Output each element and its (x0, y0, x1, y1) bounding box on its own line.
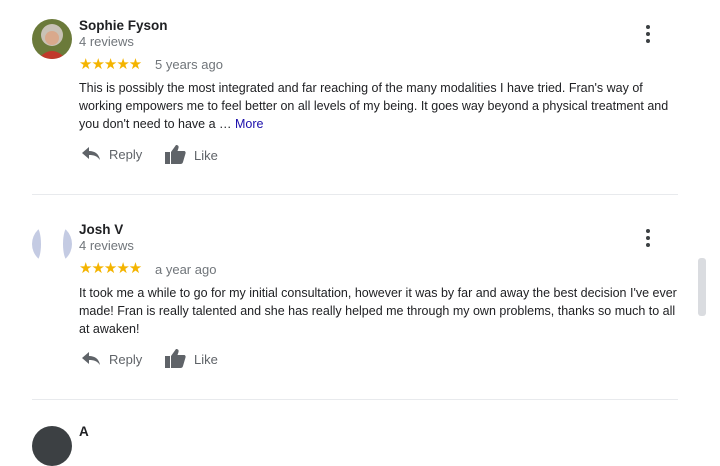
more-options-icon[interactable] (640, 24, 656, 44)
like-label: Like (194, 352, 218, 367)
more-options-icon[interactable] (640, 228, 656, 248)
like-label: Like (194, 148, 218, 163)
more-link[interactable]: More (235, 117, 263, 131)
reply-button[interactable]: Reply (81, 349, 142, 370)
review-card: A (0, 400, 690, 466)
scrollbar-thumb[interactable] (698, 258, 706, 316)
reply-icon (81, 144, 109, 165)
reviewer-name[interactable]: Sophie Fyson (79, 18, 168, 33)
review-text: It took me a while to go for my initial … (79, 286, 677, 336)
review-date: a year ago (155, 262, 217, 277)
star-rating: ★★★★★ (79, 56, 142, 73)
avatar[interactable] (32, 426, 72, 466)
reviewer-name[interactable]: Josh V (79, 222, 123, 237)
like-button[interactable]: Like (164, 347, 218, 372)
review-count: 4 reviews (79, 34, 134, 49)
reply-label: Reply (109, 147, 143, 162)
reviewer-name[interactable]: A (79, 424, 89, 439)
review-count: 4 reviews (79, 238, 134, 253)
reply-icon (81, 349, 109, 370)
reply-label: Reply (109, 352, 143, 367)
review-card: Josh V 4 reviews ★★★★★ a year ago It too… (0, 195, 690, 400)
reply-button[interactable]: Reply (81, 144, 142, 165)
thumbs-up-icon (164, 347, 194, 372)
review-card: Sophie Fyson 4 reviews ★★★★★ 5 years ago… (0, 0, 690, 195)
avatar[interactable] (32, 224, 72, 264)
review-text: This is possibly the most integrated and… (79, 79, 679, 133)
like-button[interactable]: Like (164, 143, 218, 168)
avatar[interactable] (32, 19, 72, 59)
review-date: 5 years ago (155, 57, 223, 72)
review-body: This is possibly the most integrated and… (79, 81, 669, 131)
star-rating: ★★★★★ (79, 260, 142, 277)
thumbs-up-icon (164, 143, 194, 168)
